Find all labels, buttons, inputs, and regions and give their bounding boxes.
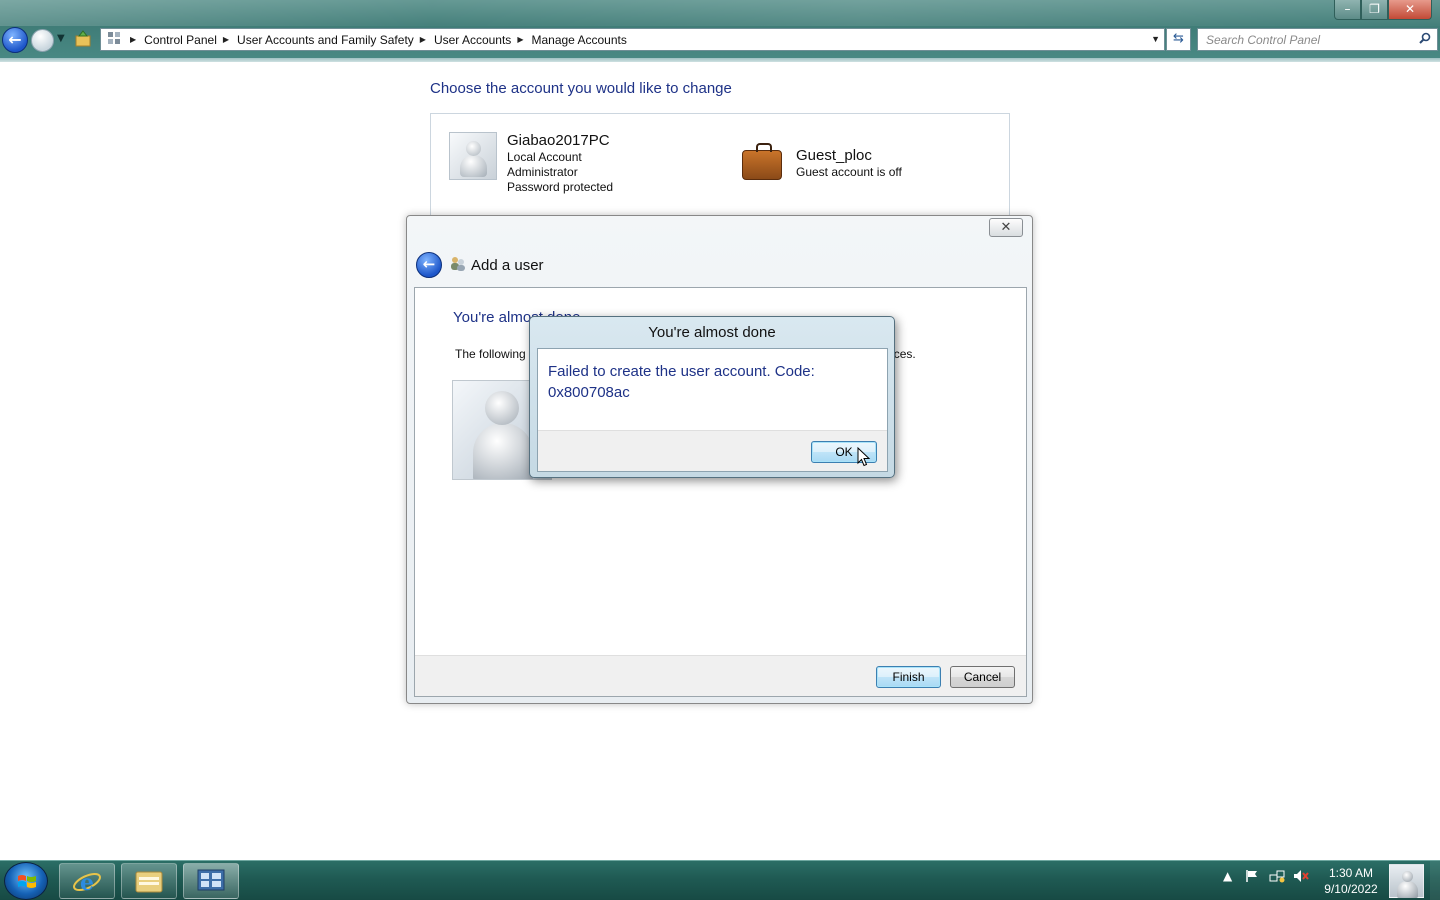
- guest-status: Guest account is off: [796, 165, 902, 179]
- search-icon[interactable]: [1419, 32, 1431, 47]
- recent-pages-dropdown-icon[interactable]: ▼: [57, 33, 65, 44]
- user-avatar-icon: [449, 132, 497, 180]
- minimize-button[interactable]: –: [1334, 0, 1361, 20]
- account-tile-guest[interactable]: Guest_ploc Guest account is off: [738, 137, 902, 185]
- address-dropdown-icon[interactable]: ▼: [1151, 34, 1160, 44]
- suitcase-icon: [738, 137, 786, 185]
- account-tile-giabao2017pc[interactable]: Giabao2017PC Local Account Administrator…: [449, 132, 613, 195]
- maximize-button[interactable]: ❐: [1361, 0, 1388, 20]
- account-password-status: Password protected: [507, 180, 614, 194]
- error-message: Failed to create the user account. Code:…: [548, 363, 815, 401]
- volume-muted-icon[interactable]: [1293, 869, 1309, 886]
- window-titlebar: – ❐ ✕ ← ▼ ▶ Control Panel ▶ User Accounts…: [0, 0, 1440, 62]
- back-arrow-icon[interactable]: ←: [2, 27, 28, 53]
- control-panel-icon: [184, 864, 238, 898]
- dialog-title: Add a user: [471, 257, 544, 274]
- user-picture-icon[interactable]: [1389, 864, 1424, 898]
- windows-explorer-taskbar-button[interactable]: [121, 863, 177, 899]
- breadcrumb-user-accounts-family-safety[interactable]: User Accounts and Family Safety: [237, 33, 414, 47]
- close-window-button[interactable]: ✕: [1388, 0, 1432, 20]
- account-name: Guest_ploc: [796, 147, 872, 164]
- users-icon: [450, 256, 466, 276]
- breadcrumb-manage-accounts[interactable]: Manage Accounts: [531, 33, 626, 47]
- up-folder-icon[interactable]: [74, 30, 94, 50]
- dialog-close-button[interactable]: ✕: [989, 218, 1023, 237]
- show-hidden-icons-icon[interactable]: ▲: [1223, 869, 1232, 883]
- account-name: Giabao2017PC: [507, 132, 610, 149]
- windows-logo-icon: [18, 875, 36, 888]
- dialog-back-icon[interactable]: ←: [416, 252, 442, 278]
- search-input[interactable]: Search Control Panel: [1197, 28, 1438, 51]
- page-heading: Choose the account you would like to cha…: [430, 80, 732, 97]
- internet-explorer-taskbar-button[interactable]: e: [59, 863, 115, 899]
- chevron-right-icon[interactable]: ▶: [517, 35, 523, 44]
- show-desktop-button[interactable]: [1430, 861, 1440, 900]
- svg-text:e: e: [80, 870, 94, 896]
- message-box-title: You're almost done: [648, 324, 776, 341]
- description-start: The following u: [455, 347, 536, 361]
- clock-date: 9/10/2022: [1324, 882, 1378, 896]
- mouse-pointer-icon: [857, 447, 871, 467]
- chevron-right-icon[interactable]: ▶: [223, 35, 229, 44]
- account-type: Local Account: [507, 150, 582, 164]
- finish-button[interactable]: Finish: [876, 666, 941, 688]
- breadcrumb-control-panel[interactable]: Control Panel: [144, 33, 217, 47]
- message-box-footer: OK: [538, 430, 887, 471]
- control-panel-taskbar-button[interactable]: [183, 863, 239, 899]
- wizard-heading-text: You're alm: [453, 309, 523, 326]
- account-role: Administrator: [507, 165, 578, 179]
- action-center-flag-icon[interactable]: [1245, 869, 1259, 886]
- chevron-right-icon[interactable]: ▶: [420, 35, 426, 44]
- system-clock[interactable]: 1:30 AM 9/10/2022: [1318, 865, 1384, 897]
- control-panel-icon: [104, 31, 124, 48]
- internet-explorer-icon: e: [60, 864, 114, 898]
- folder-icon: [122, 864, 176, 898]
- address-bar[interactable]: ▶ Control Panel ▶ User Accounts and Famil…: [100, 28, 1165, 51]
- network-icon[interactable]: [1269, 869, 1285, 886]
- taskbar: e ▲ 1:30 AM 9/10/2022: [0, 860, 1440, 900]
- titlebar-glass: [0, 0, 1440, 26]
- message-box-body: Failed to create the user account. Code:…: [537, 348, 888, 472]
- accounts-list: Giabao2017PC Local Account Administrator…: [430, 113, 1010, 218]
- search-placeholder: Search Control Panel: [1206, 33, 1321, 47]
- clock-time: 1:30 AM: [1328, 866, 1374, 880]
- start-button[interactable]: [4, 862, 48, 900]
- toolbar-divider: [0, 58, 1440, 62]
- breadcrumb-user-accounts[interactable]: User Accounts: [434, 33, 511, 47]
- refresh-icon[interactable]: ⇆: [1166, 28, 1191, 51]
- error-message-box: You're almost done Failed to create the …: [529, 316, 895, 478]
- forward-arrow-icon[interactable]: [31, 29, 54, 52]
- cancel-button[interactable]: Cancel: [950, 666, 1015, 688]
- chevron-right-icon[interactable]: ▶: [130, 35, 136, 44]
